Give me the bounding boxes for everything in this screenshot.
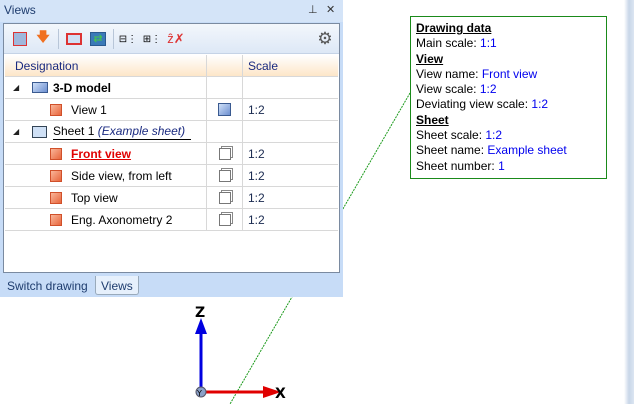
wireframe-cube-icon[interactable] bbox=[218, 213, 231, 226]
sheet-number-value: 1 bbox=[498, 158, 505, 173]
model-icon bbox=[32, 82, 48, 93]
expand-toggle-icon[interactable]: ◢ bbox=[13, 127, 19, 136]
panel-title: Views bbox=[4, 3, 36, 17]
row-label: Side view, from left bbox=[71, 168, 172, 183]
row-sublabel: (Example sheet) bbox=[97, 123, 186, 138]
expand-toggle-icon[interactable]: ◢ bbox=[13, 83, 19, 92]
view-icon bbox=[50, 147, 62, 160]
panel-tabs: Switch drawing Views bbox=[0, 274, 343, 297]
sort-clear-icon[interactable]: ẑ✗ bbox=[166, 29, 186, 49]
drawing-data-callout: Drawing data Main scale: 1:1 View View n… bbox=[410, 16, 607, 179]
column-icon[interactable] bbox=[207, 55, 243, 76]
axis-triad: Z X Y bbox=[195, 305, 286, 402]
wireframe-cube-icon[interactable] bbox=[218, 191, 231, 204]
expand-all-icon[interactable]: ⊞⋮ bbox=[142, 29, 162, 49]
panel-titlebar: Views ⊥ ✕ bbox=[0, 0, 343, 22]
views-panel: Views ⊥ ✕ 🡇 ⇄ ⊟⋮ ⊞⋮ ẑ✗ ⚙ Designation Sca… bbox=[0, 0, 343, 297]
views-content: 🡇 ⇄ ⊟⋮ ⊞⋮ ẑ✗ ⚙ Designation Scale ◢ 3-D mo… bbox=[3, 23, 340, 273]
callout-heading: Sheet bbox=[416, 112, 449, 127]
right-edge-panel bbox=[624, 0, 634, 404]
table-row[interactable]: Front view 1:2 bbox=[5, 143, 338, 165]
row-label: View 1 bbox=[71, 102, 107, 117]
new-view-icon[interactable] bbox=[10, 29, 30, 49]
view-scale-value: 1:2 bbox=[479, 82, 497, 97]
column-scale[interactable]: Scale bbox=[243, 55, 338, 76]
deviating-scale-value: 1:2 bbox=[531, 97, 549, 112]
table-row[interactable]: Top view 1:2 bbox=[5, 187, 338, 209]
column-designation[interactable]: Designation bbox=[5, 55, 207, 76]
table-row[interactable]: View 1 1:2 bbox=[5, 99, 338, 121]
table-row[interactable]: Eng. Axonometry 2 1:2 bbox=[5, 209, 338, 231]
wireframe-cube-icon[interactable] bbox=[218, 147, 231, 160]
view-icon bbox=[50, 169, 62, 182]
sheet-scale-value: 1:2 bbox=[485, 128, 503, 143]
sheet-name-value: Example sheet bbox=[487, 143, 567, 158]
row-label: 3-D model bbox=[53, 80, 112, 95]
view-icon bbox=[50, 191, 62, 204]
close-icon[interactable]: ✕ bbox=[326, 3, 335, 16]
pin-icon[interactable]: ⊥ bbox=[308, 3, 318, 16]
sheet-icon[interactable] bbox=[64, 29, 84, 49]
view-name-value: Front view bbox=[481, 66, 538, 81]
x-axis-label: X bbox=[275, 386, 286, 402]
view-icon bbox=[50, 103, 62, 116]
z-axis-label: Z bbox=[195, 305, 205, 321]
collapse-all-icon[interactable]: ⊟⋮ bbox=[118, 29, 138, 49]
y-axis-label: Y bbox=[196, 389, 202, 398]
row-label-active: Front view bbox=[71, 146, 132, 161]
gear-icon[interactable]: ⚙ bbox=[315, 29, 335, 49]
refresh-icon[interactable]: ⇄ bbox=[88, 29, 108, 49]
tab-views[interactable]: Views bbox=[95, 276, 139, 295]
row-label: Top view bbox=[71, 190, 118, 205]
main-scale-value: 1:1 bbox=[480, 36, 497, 51]
row-label: Eng. Axonometry 2 bbox=[71, 212, 173, 227]
view-icon bbox=[50, 213, 62, 226]
wireframe-cube-icon[interactable] bbox=[218, 169, 231, 182]
toolbar: 🡇 ⇄ ⊟⋮ ⊞⋮ ẑ✗ ⚙ bbox=[4, 24, 339, 54]
table-row[interactable]: Side view, from left 1:2 bbox=[5, 165, 338, 187]
callout-heading: Drawing data bbox=[416, 21, 492, 35]
shaded-cube-icon[interactable] bbox=[218, 103, 231, 116]
callout-heading: View bbox=[416, 51, 444, 66]
table-row[interactable]: ◢ 3-D model bbox=[5, 77, 338, 99]
tab-switch-drawing[interactable]: Switch drawing bbox=[2, 276, 93, 295]
row-label: Sheet 1 bbox=[53, 123, 95, 138]
table-row[interactable]: ◢ Sheet 1 (Example sheet) bbox=[5, 121, 338, 143]
sheet-icon bbox=[32, 125, 47, 138]
arrow-down-icon[interactable]: 🡇 bbox=[33, 29, 53, 49]
table-header: Designation Scale bbox=[5, 55, 338, 77]
